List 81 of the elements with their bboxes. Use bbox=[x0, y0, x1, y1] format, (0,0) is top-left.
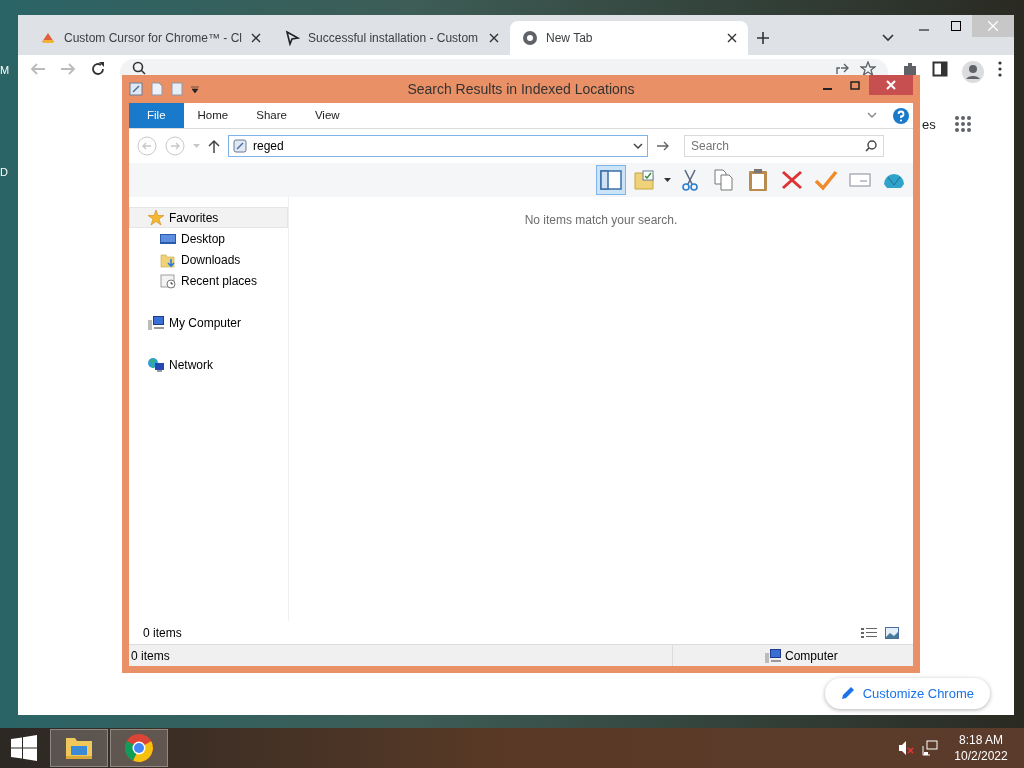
paste-icon bbox=[746, 168, 770, 192]
checkmark-icon bbox=[814, 168, 838, 192]
new-tab-icon[interactable] bbox=[756, 31, 771, 45]
star-icon[interactable] bbox=[860, 61, 876, 77]
reload-icon[interactable] bbox=[90, 61, 106, 77]
menu-icon[interactable] bbox=[998, 61, 1002, 77]
folder-icon bbox=[160, 251, 176, 268]
desktop-icon-label[interactable]: D bbox=[0, 164, 8, 181]
window-title: Search Results in Indexed Locations bbox=[406, 79, 636, 99]
profile-icon[interactable] bbox=[962, 61, 984, 83]
cursor-icon bbox=[284, 30, 301, 46]
browser-tab[interactable]: Custom Cursor for Chrome™ - Cl bbox=[28, 21, 273, 55]
ribbon-tab[interactable]: Share bbox=[242, 103, 301, 128]
properties-icon[interactable] bbox=[129, 82, 143, 96]
chrome-icon bbox=[123, 732, 155, 764]
details-view-icon[interactable] bbox=[861, 626, 877, 639]
nav-item[interactable]: Network bbox=[129, 354, 288, 375]
recent-places-icon bbox=[160, 272, 176, 289]
computer-icon bbox=[765, 647, 781, 664]
taskbar-app[interactable] bbox=[110, 729, 168, 767]
nav-item[interactable]: Recent places bbox=[129, 270, 288, 291]
tab-title: Successful installation - Custom bbox=[308, 30, 480, 47]
chrome-icon bbox=[522, 30, 539, 46]
pencil-icon bbox=[840, 686, 855, 701]
dropdown-icon[interactable] bbox=[633, 142, 643, 150]
chevron-icon[interactable] bbox=[867, 112, 877, 119]
nav-item[interactable]: Desktop bbox=[129, 228, 288, 249]
go-icon[interactable] bbox=[656, 140, 670, 152]
status-location: Computer bbox=[785, 647, 838, 665]
thumbnails-view-icon[interactable] bbox=[885, 626, 899, 639]
preview-pane-button[interactable] bbox=[596, 165, 626, 195]
nav-item[interactable]: My Computer bbox=[129, 312, 288, 333]
maximize-icon[interactable] bbox=[850, 80, 860, 90]
close-icon[interactable] bbox=[726, 32, 739, 44]
item-count: 0 items bbox=[143, 624, 182, 642]
nav-item[interactable]: Downloads bbox=[129, 249, 288, 270]
close-icon[interactable] bbox=[488, 32, 501, 44]
dropdown-icon[interactable] bbox=[664, 178, 671, 182]
browser-tab[interactable]: New Tab bbox=[510, 21, 749, 55]
clock-time[interactable]: 8:18 AM bbox=[946, 732, 1016, 748]
browser-tab[interactable]: Successful installation - Custom bbox=[272, 21, 511, 55]
status-text: 0 items bbox=[131, 647, 170, 665]
maximize-icon[interactable] bbox=[951, 21, 961, 31]
dropdown-icon[interactable] bbox=[882, 34, 894, 42]
share-icon[interactable] bbox=[834, 61, 850, 77]
tab-title: Custom Cursor for Chrome™ - Cl bbox=[64, 30, 243, 47]
ribbon-tab[interactable]: File bbox=[129, 103, 184, 128]
sidebar-icon[interactable] bbox=[932, 61, 948, 77]
computer-icon bbox=[148, 314, 164, 331]
nav-item[interactable]: Favorites bbox=[129, 207, 288, 228]
address-field[interactable]: reged bbox=[253, 137, 627, 155]
speaker-muted-icon[interactable] bbox=[898, 740, 914, 756]
preview-pane-icon bbox=[599, 168, 623, 192]
star-icon bbox=[148, 209, 164, 226]
desktop-icon-label[interactable]: M bbox=[0, 62, 10, 79]
search-icon bbox=[865, 140, 877, 152]
ribbon-tab[interactable]: Home bbox=[183, 103, 243, 128]
network-icon bbox=[148, 356, 164, 373]
address-bar[interactable]: reged bbox=[228, 135, 648, 157]
apps-icon[interactable] bbox=[954, 114, 972, 133]
start-icon[interactable] bbox=[11, 735, 37, 761]
up-icon[interactable] bbox=[208, 139, 220, 153]
taskbar-app[interactable] bbox=[50, 729, 108, 767]
clock-date[interactable]: 10/2/2022 bbox=[946, 748, 1016, 764]
folder-icon bbox=[633, 168, 657, 192]
help-icon[interactable] bbox=[893, 107, 909, 124]
search-icon bbox=[132, 61, 146, 75]
search-folder-icon bbox=[233, 139, 247, 153]
network-icon[interactable] bbox=[922, 740, 938, 756]
tab-title: New Tab bbox=[546, 30, 594, 47]
dropdown-icon[interactable] bbox=[191, 85, 199, 93]
extensions-icon[interactable] bbox=[902, 61, 918, 77]
copy-icon bbox=[712, 168, 736, 192]
delete-icon bbox=[780, 168, 804, 192]
search-box[interactable]: Search bbox=[684, 135, 884, 157]
search-field[interactable]: Search bbox=[691, 137, 865, 155]
link-text[interactable]: es bbox=[922, 115, 936, 135]
customize-button[interactable]: Customize Chrome bbox=[824, 677, 990, 709]
ribbon-tab[interactable]: View bbox=[300, 103, 354, 128]
empty-message: No items match your search. bbox=[524, 213, 678, 227]
close-icon[interactable] bbox=[250, 32, 263, 44]
